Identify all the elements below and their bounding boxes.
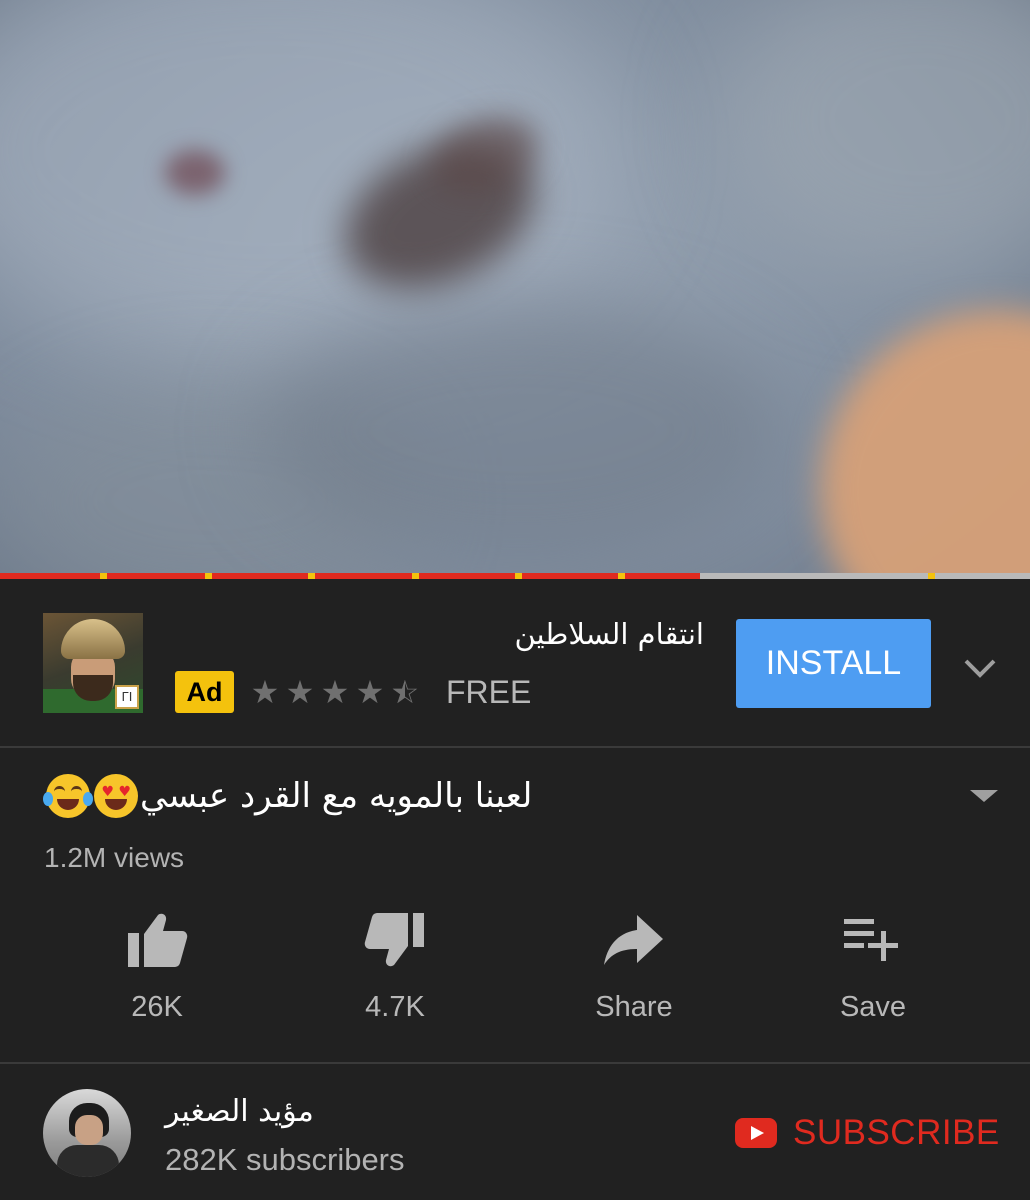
chevron-down-icon[interactable] (958, 649, 1002, 689)
ad-price: FREE (446, 674, 532, 710)
divider (0, 746, 1030, 748)
app-icon[interactable]: ΓΙ (43, 613, 143, 713)
video-frame-blur (165, 150, 225, 195)
thumbs-down-icon (364, 913, 424, 967)
heart-eyes-emoji-icon: ♥ ♥ (94, 774, 138, 818)
thumbs-up-icon (128, 913, 188, 967)
ad-badge: Ad (175, 671, 234, 713)
star-icon: ★ (250, 674, 280, 710)
subscribe-label: SUBSCRIBE (793, 1113, 1000, 1152)
youtube-play-icon (735, 1118, 777, 1148)
share-button[interactable]: Share (554, 905, 714, 1035)
dislike-count: 4.7K (365, 991, 425, 1023)
video-title[interactable]: لعبنا بالمويه مع القرد عبسي ♥ ♥ (43, 768, 604, 824)
youtube-watch-page: ΓΙ انتقام السلاطين Ad ★ ★ ★ ★ ★ FREE INS… (0, 0, 1030, 1200)
rating-stars: ★ ★ ★ ★ ★ (248, 671, 422, 713)
subscribe-button[interactable]: SUBSCRIBE (735, 1108, 1000, 1158)
share-arrow-icon (604, 915, 663, 965)
playlist-add-icon (844, 919, 898, 961)
channel-avatar[interactable] (43, 1089, 131, 1177)
star-icon: ★ (285, 674, 315, 710)
divider (0, 1062, 1030, 1064)
promoted-app-ad[interactable]: ΓΙ انتقام السلاطين Ad ★ ★ ★ ★ ★ FREE INS… (0, 579, 1030, 747)
share-label: Share (595, 991, 673, 1023)
video-player[interactable] (0, 0, 1030, 576)
half-star-icon: ★ (388, 671, 422, 713)
star-icon: ★ (320, 674, 350, 710)
subscriber-count: 282K subscribers (165, 1142, 405, 1177)
view-count: 1.2M views (44, 842, 185, 873)
expand-description-icon[interactable] (964, 782, 1004, 810)
dislike-button[interactable]: 4.7K (315, 905, 475, 1035)
tears-of-joy-emoji-icon (43, 774, 93, 818)
hand-in-frame (820, 310, 1030, 576)
like-button[interactable]: 26K (77, 905, 237, 1035)
like-count: 26K (131, 991, 183, 1023)
star-icon: ★ (355, 674, 385, 710)
save-label: Save (839, 991, 907, 1023)
video-title-text: لعبنا بالمويه مع القرد عبسي (140, 776, 533, 816)
save-button[interactable]: Save (793, 905, 953, 1035)
install-button[interactable]: INSTALL (736, 619, 931, 708)
video-frame-blur (260, 300, 780, 560)
video-frame-blur (720, 0, 1030, 280)
channel-name[interactable]: مؤيد الصغير (165, 1090, 405, 1134)
ad-app-title[interactable]: انتقام السلاطين (300, 617, 704, 657)
